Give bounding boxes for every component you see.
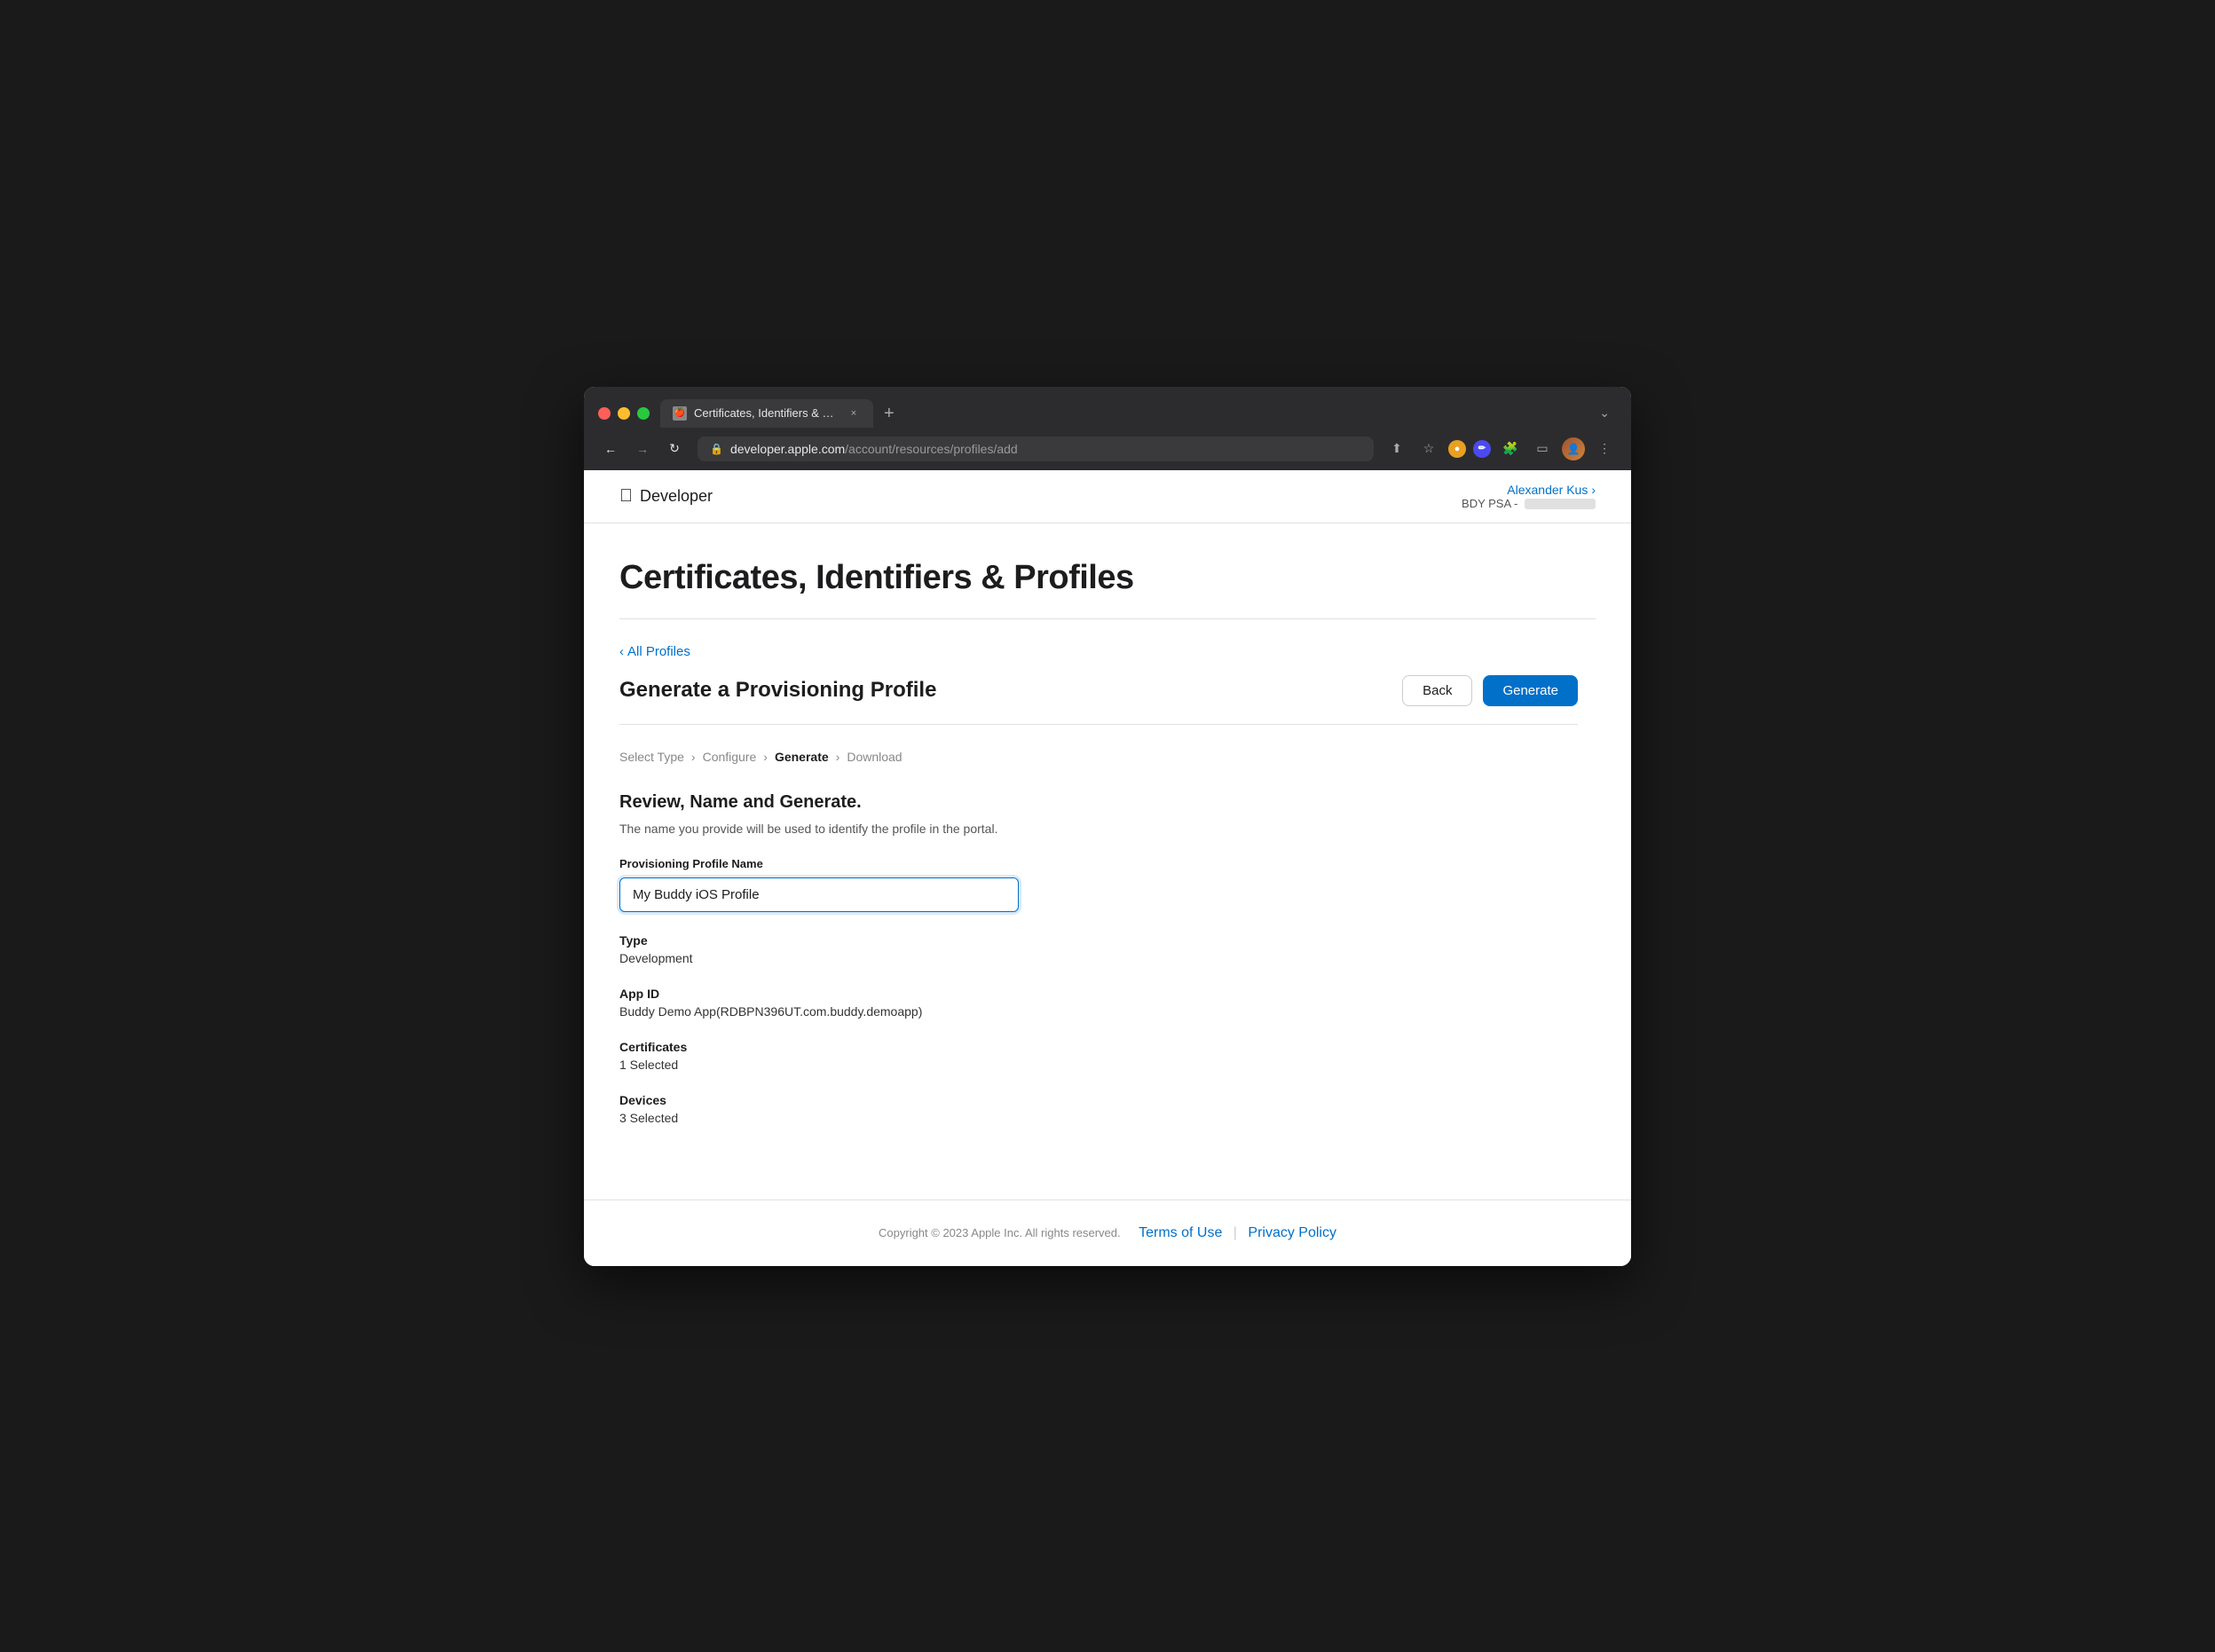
extension-icon-orange[interactable]: ● [1448, 440, 1466, 458]
app-id-field: App ID Buddy Demo App(RDBPN396UT.com.bud… [619, 987, 1578, 1019]
copyright-text: Copyright © 2023 Apple Inc. All rights r… [879, 1226, 1121, 1239]
browser-chrome: 🍎 Certificates, Identifiers & Profi × + … [584, 387, 1631, 470]
breadcrumb-link[interactable]: ‹ All Profiles [619, 644, 690, 659]
navigation-buttons: ← → ↻ [598, 437, 687, 461]
devices-label: Devices [619, 1093, 1578, 1107]
breadcrumb-arrow: ‹ [619, 644, 624, 659]
share-button[interactable]: ⬆ [1384, 437, 1409, 461]
apple-developer-header:  Developer Alexander Kus › BDY PSA - [584, 470, 1631, 523]
close-button[interactable] [598, 407, 611, 420]
url-bar[interactable]: 🔒 developer.apple.com/account/resources/… [698, 437, 1374, 461]
developer-label: Developer [640, 487, 713, 506]
tab-close-button[interactable]: × [847, 406, 861, 421]
type-value: Development [619, 951, 1578, 965]
section-header: Generate a Provisioning Profile Back Gen… [619, 675, 1578, 706]
breadcrumb-label: All Profiles [627, 644, 690, 659]
profile-name-field: Provisioning Profile Name [619, 857, 1578, 912]
maximize-button[interactable] [637, 407, 650, 420]
minimize-button[interactable] [618, 407, 630, 420]
step-arrow-3: › [836, 750, 840, 764]
main-content: Certificates, Identifiers & Profiles ‹ A… [584, 523, 1631, 1200]
tab-bar: 🍎 Certificates, Identifiers & Profi × + [660, 399, 1581, 428]
type-field: Type Development [619, 933, 1578, 965]
privacy-policy-link[interactable]: Privacy Policy [1248, 1225, 1336, 1240]
lock-icon: 🔒 [710, 443, 723, 455]
user-name[interactable]: Alexander Kus › [1462, 483, 1596, 497]
step-configure: Configure [703, 750, 757, 764]
form-section-title: Review, Name and Generate. [619, 792, 1578, 813]
url-path: /account/resources/profiles/add [845, 442, 1018, 456]
type-label: Type [619, 933, 1578, 948]
step-arrow-1: › [691, 750, 696, 764]
generate-button[interactable]: Generate [1483, 675, 1578, 706]
address-bar: ← → ↻ 🔒 developer.apple.com/account/reso… [584, 428, 1631, 470]
apple-logo-icon:  [619, 486, 633, 507]
extension-icon-pencil[interactable]: ✏ [1473, 440, 1491, 458]
profile-name-input[interactable] [619, 877, 1019, 912]
user-team: BDY PSA - [1462, 497, 1596, 510]
browser-window: 🍎 Certificates, Identifiers & Profi × + … [584, 387, 1631, 1266]
footer-divider: | [1234, 1225, 1237, 1240]
content-section: ‹ All Profiles Generate a Provisioning P… [619, 644, 1578, 1125]
step-arrow-2: › [763, 750, 768, 764]
extensions-button[interactable]: 🧩 [1498, 437, 1523, 461]
back-button[interactable]: Back [1402, 675, 1472, 706]
page-title: Certificates, Identifiers & Profiles [619, 559, 1596, 597]
forward-button[interactable]: → [630, 437, 655, 461]
header-right: Alexander Kus › BDY PSA - [1462, 483, 1596, 510]
form-description: The name you provide will be used to ide… [619, 822, 1578, 836]
menu-button[interactable]: ⋮ [1592, 437, 1617, 461]
certificates-value: 1 Selected [619, 1058, 1578, 1072]
tab-favicon: 🍎 [673, 406, 687, 421]
steps-bar: Select Type › Configure › Generate › Dow… [619, 750, 1578, 764]
app-id-value: Buddy Demo App(RDBPN396UT.com.buddy.demo… [619, 1004, 1578, 1019]
devices-field: Devices 3 Selected [619, 1093, 1578, 1125]
page-title-section: Certificates, Identifiers & Profiles [619, 559, 1596, 619]
sidebar-button[interactable]: ▭ [1530, 437, 1555, 461]
terms-of-use-link[interactable]: Terms of Use [1139, 1225, 1222, 1240]
profile-name-label: Provisioning Profile Name [619, 857, 1578, 870]
step-generate: Generate [775, 750, 829, 764]
apple-logo-area:  Developer [619, 486, 713, 507]
button-group: Back Generate [1402, 675, 1578, 706]
bookmark-button[interactable]: ☆ [1416, 437, 1441, 461]
url-text: developer.apple.com/account/resources/pr… [730, 442, 1018, 456]
toolbar-right: ⬆ ☆ ● ✏ 🧩 ▭ 👤 ⋮ [1384, 437, 1617, 461]
certificates-field: Certificates 1 Selected [619, 1040, 1578, 1072]
tab-dropdown-button[interactable]: ⌄ [1592, 402, 1617, 424]
tab-title: Certificates, Identifiers & Profi [694, 406, 839, 420]
active-tab[interactable]: 🍎 Certificates, Identifiers & Profi × [660, 399, 873, 428]
back-button[interactable]: ← [598, 437, 623, 461]
new-tab-button[interactable]: + [877, 400, 902, 428]
app-id-label: App ID [619, 987, 1578, 1001]
traffic-lights [598, 407, 650, 420]
step-select-type: Select Type [619, 750, 684, 764]
url-domain: developer.apple.com [730, 442, 845, 456]
step-download: Download [847, 750, 902, 764]
section-title: Generate a Provisioning Profile [619, 678, 936, 703]
certificates-label: Certificates [619, 1040, 1578, 1054]
divider [619, 724, 1578, 725]
user-avatar[interactable]: 👤 [1562, 437, 1585, 460]
page-content:  Developer Alexander Kus › BDY PSA - Ce… [584, 470, 1631, 1266]
page-footer: Copyright © 2023 Apple Inc. All rights r… [584, 1200, 1631, 1266]
refresh-button[interactable]: ↻ [662, 437, 687, 461]
devices-value: 3 Selected [619, 1111, 1578, 1125]
